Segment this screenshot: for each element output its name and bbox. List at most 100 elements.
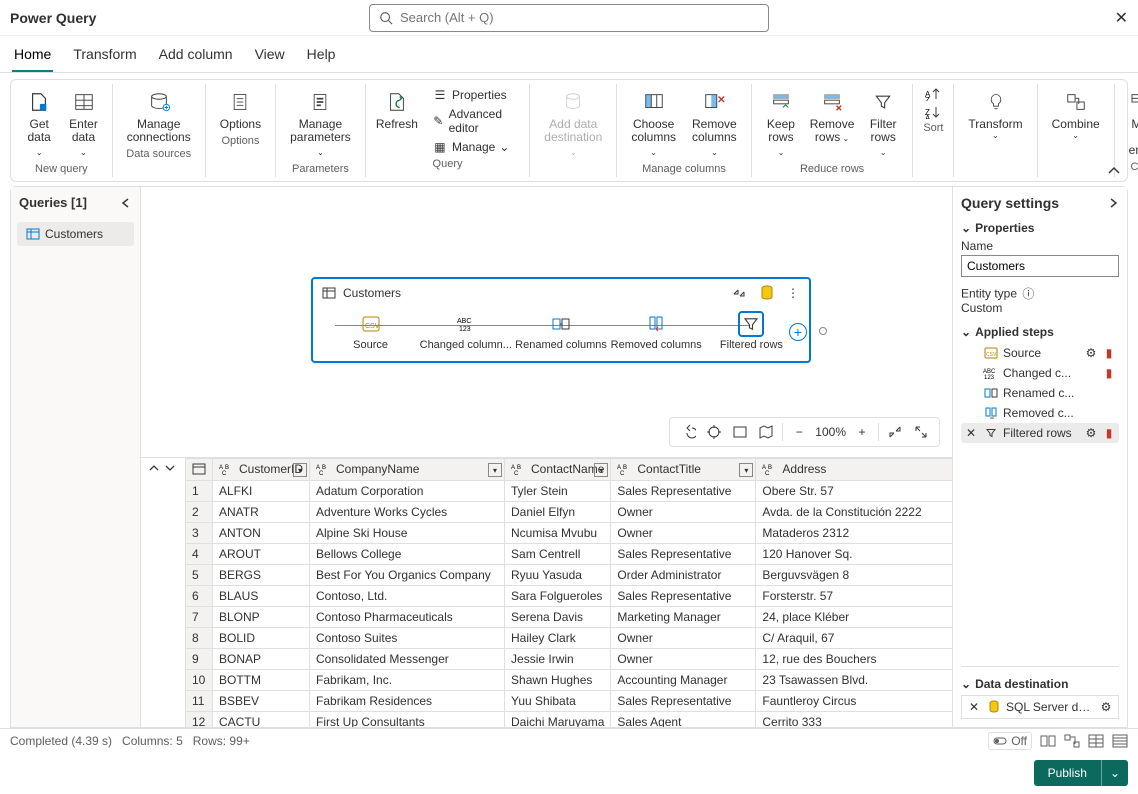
cell[interactable]: BONAP [213,648,310,669]
search-input[interactable] [400,10,760,25]
cell[interactable]: Alpine Ski House [310,522,505,543]
cell[interactable]: Owner [611,501,756,522]
grid-compact-icon[interactable] [1112,733,1128,749]
cell[interactable]: BERGS [213,564,310,585]
filter-rows-button[interactable]: Filterrows ⌄ [862,86,904,161]
data-grid[interactable]: ABCCustomerID▾ABCCompanyName▾ABCContactN… [185,458,952,727]
collapse-up-icon[interactable] [147,461,161,475]
sort-desc-button[interactable]: ZA [921,104,945,120]
map-icon[interactable] [756,422,776,442]
expand-settings-button[interactable] [1107,197,1119,209]
advanced-editor-item[interactable]: ✎Advanced editor [428,106,521,136]
cell[interactable]: Shawn Hughes [505,669,611,690]
cylinder-icon[interactable] [759,285,775,301]
manage-connections-button[interactable]: Manageconnections [121,86,197,146]
cell[interactable]: Accounting Manager [611,669,756,690]
properties-section-header[interactable]: ⌄Properties [961,221,1119,235]
column-header[interactable]: ABCCompanyName▾ [310,459,505,481]
cell[interactable]: CACTU [213,711,310,727]
table-corner-cell[interactable] [186,459,213,481]
cell[interactable]: Obere Str. 57 [756,480,952,501]
step-source[interactable]: CSV Source [323,313,418,351]
gear-icon[interactable]: ⚙ [1083,345,1099,361]
table-row[interactable]: 7BLONPContoso PharmaceuticalsSerena Davi… [186,606,953,627]
cell[interactable]: 24, place Kléber [756,606,952,627]
step-changed-column[interactable]: ABC123 Changed column... [418,313,513,351]
manage-item[interactable]: ▦Manage ⌄ [428,138,513,156]
cell[interactable]: Bellows College [310,543,505,564]
column-filter-button[interactable]: ▾ [488,463,502,477]
expand-icon[interactable] [911,422,931,442]
tab-home[interactable]: Home [12,42,53,72]
cell[interactable]: Sales Representative [611,480,756,501]
applied-step[interactable]: CSVSource⚙▮ [961,343,1119,363]
step-removed-columns[interactable]: Removed columns [609,313,704,351]
fit-icon[interactable] [730,422,750,442]
cell[interactable]: ANATR [213,501,310,522]
cell[interactable]: C/ Araquil, 67 [756,627,952,648]
cell[interactable]: Cerrito 333 [756,711,952,727]
step-renamed-columns[interactable]: Renamed columns [513,313,608,351]
gear-icon[interactable]: ⚙ [1098,699,1114,715]
table-row[interactable]: 12CACTUFirst Up ConsultantsDaichi Maruya… [186,711,953,727]
column-header[interactable]: ABCContactTitle▾ [611,459,756,481]
cell[interactable]: Owner [611,648,756,669]
cell[interactable]: Ncumisa Mvubu [505,522,611,543]
data-destination-header[interactable]: ⌄Data destination [961,677,1119,691]
cell[interactable]: Fabrikam, Inc. [310,669,505,690]
cell[interactable]: Sales Representative [611,690,756,711]
cell[interactable]: Contoso, Ltd. [310,585,505,606]
column-filter-button[interactable]: ▾ [739,463,753,477]
close-button[interactable]: ✕ [1115,8,1128,28]
remove-columns-button[interactable]: Removecolumns ⌄ [686,86,743,161]
cell[interactable]: Order Administrator [611,564,756,585]
info-icon[interactable]: ⓘ [1020,285,1036,301]
keep-rows-button[interactable]: Keeprows ⌄ [760,86,802,161]
chevron-down-icon[interactable]: ⌄ [1102,760,1128,786]
add-step-button[interactable]: + [789,323,807,341]
applied-step[interactable]: ABC123Changed c...▮ [961,363,1119,383]
undo-icon[interactable] [678,422,698,442]
collapse-queries-button[interactable] [120,197,132,209]
applied-step[interactable]: Renamed c... [961,383,1119,403]
cell[interactable]: BOLID [213,627,310,648]
cell[interactable]: Tyler Stein [505,480,611,501]
cell[interactable]: Adatum Corporation [310,480,505,501]
get-data-button[interactable]: Getdata ⌄ [19,86,59,161]
step-filtered-rows[interactable]: Filtered rows + [704,313,799,351]
table-row[interactable]: 6BLAUSContoso, Ltd.Sara FolguerolesSales… [186,585,953,606]
cell[interactable]: 23 Tsawassen Blvd. [756,669,952,690]
column-filter-button[interactable]: ▾ [594,463,608,477]
close-icon[interactable]: ✕ [963,425,979,441]
transform-button[interactable]: Transform ⌄ [962,86,1028,142]
table-row[interactable]: 2ANATRAdventure Works CyclesDaniel Elfyn… [186,501,953,522]
cell[interactable]: Jessie Irwin [505,648,611,669]
cell[interactable]: Contoso Pharmaceuticals [310,606,505,627]
cell[interactable]: BLAUS [213,585,310,606]
cell[interactable]: ALFKI [213,480,310,501]
warning-icon[interactable]: ▮ [1101,365,1117,381]
query-item-customers[interactable]: Customers [17,222,134,246]
cell[interactable]: Fauntleroy Circus [756,690,952,711]
zoom-in-button[interactable]: + [852,422,872,442]
publish-button[interactable]: Publish ⌄ [1034,760,1128,786]
warning-icon[interactable]: ▮ [1101,425,1117,441]
cell[interactable]: Forsterstr. 57 [756,585,952,606]
cell[interactable]: BLONP [213,606,310,627]
cell[interactable]: Marketing Manager [611,606,756,627]
column-filter-button[interactable]: ▾ [293,463,307,477]
cell[interactable]: AROUT [213,543,310,564]
tab-transform[interactable]: Transform [71,42,138,72]
enter-data-button[interactable]: Enterdata ⌄ [63,86,103,161]
step-view-icon[interactable] [1040,733,1056,749]
target-icon[interactable] [704,422,724,442]
refresh-button[interactable]: Refresh [374,86,420,133]
cell[interactable]: Berguvsvägen 8 [756,564,952,585]
map-to-entity-button[interactable]: CDM Map toentity [1123,86,1138,159]
cell[interactable]: Hailey Clark [505,627,611,648]
cell[interactable]: BSBEV [213,690,310,711]
cell[interactable]: Best For You Organics Company [310,564,505,585]
properties-item[interactable]: ☰Properties [428,86,511,104]
expand-down-icon[interactable] [163,461,177,475]
close-icon[interactable]: ✕ [966,699,982,715]
